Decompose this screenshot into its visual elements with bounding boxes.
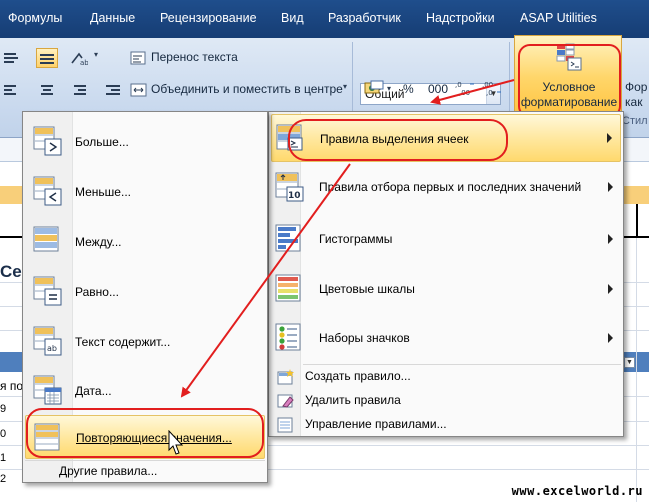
- mouse-cursor-icon: [168, 429, 188, 458]
- annotation-arrows: [180, 79, 515, 398]
- arrow-to-duplicate-values: [180, 163, 351, 398]
- watermark: www.excelworld.ru: [511, 484, 643, 498]
- arrow-to-highlight-rules: [430, 79, 515, 105]
